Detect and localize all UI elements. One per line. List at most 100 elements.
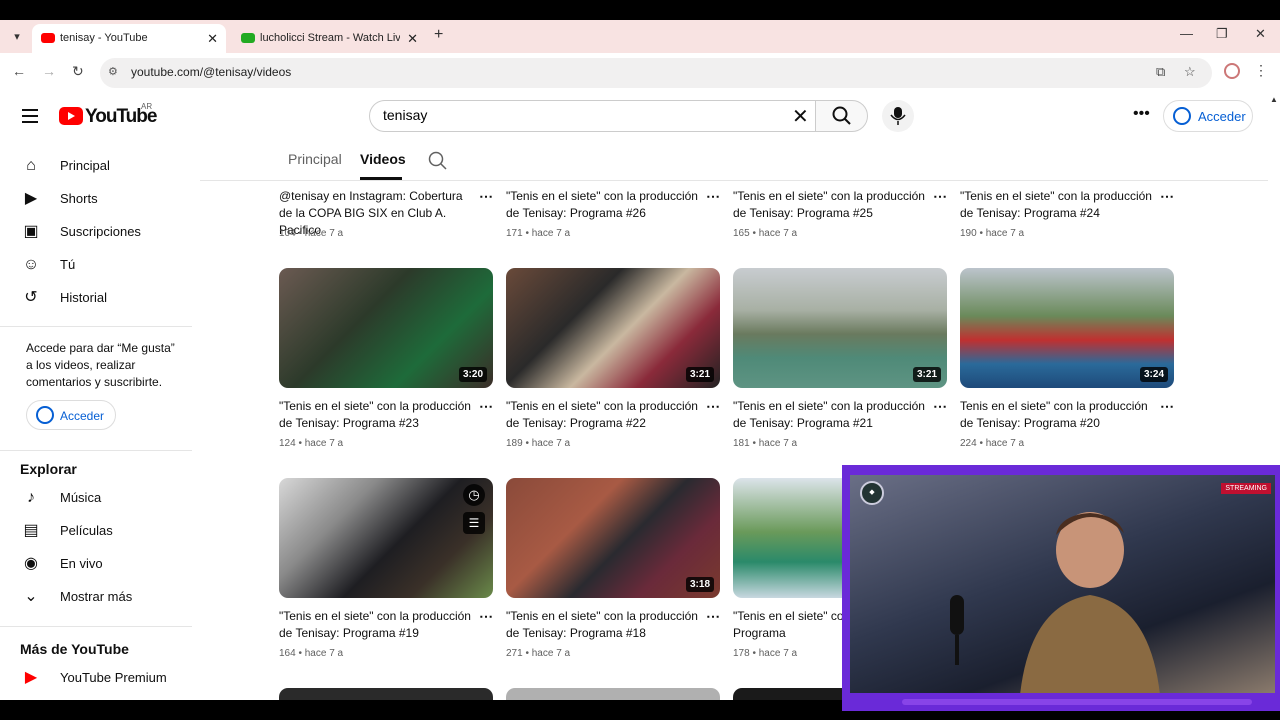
kick-favicon-icon (241, 33, 255, 43)
profile-icon[interactable] (1224, 63, 1240, 79)
browser-chrome: ▾ tenisay - YouTube ✕ lucholicci Stream … (0, 20, 1280, 93)
sidebar-item-label: Principal (60, 158, 110, 173)
video-thumbnail[interactable]: 3:20 (279, 268, 493, 388)
movies-icon: ▤ (23, 522, 39, 539)
search-button[interactable] (815, 100, 868, 132)
video-menu-icon[interactable]: ⋯ (1160, 398, 1174, 415)
clear-search-icon[interactable]: ✕ (792, 104, 809, 129)
microphone-icon (950, 595, 964, 665)
sidebar-item-label: Suscripciones (60, 224, 141, 239)
sidebar-item-label: En vivo (60, 556, 103, 571)
sidebar-signin-button[interactable]: Acceder (26, 400, 116, 430)
live-icon: ◉ (24, 555, 38, 572)
sidebar-item-label: Mostrar más (60, 589, 133, 604)
overlay-accent-bar (902, 699, 1252, 705)
video-menu-icon[interactable]: ⋯ (479, 188, 493, 205)
video-meta: 189 • hace 7 a (506, 438, 571, 449)
install-app-icon[interactable]: ⧉ (1156, 64, 1165, 80)
video-menu-icon[interactable]: ⋯ (479, 608, 493, 625)
video-thumbnail[interactable] (279, 688, 493, 700)
video-menu-icon[interactable]: ⋯ (1160, 188, 1174, 205)
tab-kick[interactable]: lucholicci Stream - Watch Live o ✕ (232, 24, 426, 53)
sidebar-divider (0, 450, 192, 451)
forward-icon[interactable]: → (42, 63, 56, 79)
url-text[interactable]: youtube.com/@tenisay/videos (131, 65, 291, 79)
watch-later-icon[interactable]: ◷ (463, 484, 485, 506)
tab-youtube[interactable]: tenisay - YouTube ✕ (32, 24, 226, 53)
sidebar-item-you[interactable]: ☺ Tú (0, 248, 192, 281)
omnibox[interactable]: ⚙ youtube.com/@tenisay/videos ⧉ ☆ (100, 58, 1212, 88)
signin-button[interactable]: Acceder (1163, 100, 1253, 132)
video-menu-icon[interactable]: ⋯ (706, 398, 720, 415)
tab-videos[interactable]: Videos (360, 151, 406, 167)
video-thumbnail[interactable]: 3:24 (960, 268, 1174, 388)
close-window-icon[interactable]: ✕ (1255, 26, 1266, 42)
tabs-divider (200, 180, 1268, 181)
reload-icon[interactable]: ↻ (72, 63, 84, 80)
subscriptions-icon: ▣ (23, 223, 39, 240)
chevron-down-icon: ⌄ (24, 588, 38, 605)
video-meta: 164 • hace 7 a (279, 648, 344, 659)
video-thumbnail[interactable] (733, 688, 842, 700)
video-title[interactable]: "Tenis en el siete" con la producción de… (506, 608, 702, 642)
search-input[interactable] (383, 107, 763, 123)
tab-principal[interactable]: Principal (288, 151, 342, 167)
explore-header: Explorar (20, 461, 77, 477)
video-menu-icon[interactable]: ⋯ (933, 188, 947, 205)
video-menu-icon[interactable]: ⋯ (706, 188, 720, 205)
video-title[interactable]: "Tenis en el siete" con la producción de… (506, 398, 702, 432)
video-thumbnail[interactable]: 3:21 (733, 268, 947, 388)
video-thumbnail[interactable]: ◷ ☰ (279, 478, 493, 598)
video-thumbnail[interactable]: 3:21 (506, 268, 720, 388)
video-title[interactable]: Tenis en el siete" con la producción de … (960, 398, 1156, 432)
sidebar-item-live[interactable]: ◉ En vivo (0, 547, 192, 580)
more-from-youtube-header: Más de YouTube (20, 641, 129, 657)
add-to-queue-icon[interactable]: ☰ (463, 512, 485, 534)
sidebar-item-music[interactable]: ♪ Música (0, 481, 192, 514)
menu-icon[interactable] (22, 109, 38, 123)
minimize-icon[interactable]: — (1180, 26, 1193, 41)
tab-strip: ▾ tenisay - YouTube ✕ lucholicci Stream … (0, 20, 1280, 53)
new-tab-icon[interactable]: + (434, 26, 443, 44)
channel-search-icon[interactable] (428, 151, 448, 171)
video-thumbnail[interactable] (506, 688, 720, 700)
bookmark-star-icon[interactable]: ☆ (1184, 64, 1196, 80)
sidebar-item-history[interactable]: ↺ Historial (0, 281, 192, 314)
voice-search-button[interactable] (882, 100, 914, 132)
site-info-icon[interactable]: ⚙ (108, 65, 118, 78)
video-duration: 3:21 (912, 367, 941, 382)
sidebar-item-youtube-premium[interactable]: ▶ YouTube Premium (0, 661, 192, 694)
restore-icon[interactable]: ❐ (1216, 26, 1228, 42)
video-title[interactable]: "Tenis en el siete" con la producción de… (506, 188, 702, 222)
tab-search-icon[interactable]: ▾ (6, 27, 28, 47)
sidebar-item-movies[interactable]: ▤ Películas (0, 514, 192, 547)
sidebar-item-subscriptions[interactable]: ▣ Suscripciones (0, 215, 192, 248)
video-meta: 224 • hace 7 a (960, 438, 1025, 449)
video-menu-icon[interactable]: ⋯ (933, 398, 947, 415)
video-menu-icon[interactable]: ⋯ (479, 398, 493, 415)
more-options-icon[interactable]: ••• (1133, 105, 1150, 123)
video-title[interactable]: "Tenis en el siete" con la producción de… (733, 398, 929, 432)
video-title[interactable]: "Tenis en el siete" con la producción de… (960, 188, 1156, 222)
scroll-up-icon[interactable]: ▲ (1270, 95, 1278, 104)
video-meta: 165 • hace 7 a (733, 228, 798, 239)
video-thumbnail[interactable]: 3:18 (506, 478, 720, 598)
sidebar-item-shorts[interactable]: ▶ Shorts (0, 182, 192, 215)
video-title[interactable]: "Tenis en el siete" con la producción de… (279, 608, 475, 642)
video-menu-icon[interactable]: ⋯ (706, 608, 720, 625)
sidebar-item-principal[interactable]: ⌂ Principal (0, 149, 192, 182)
video-meta: 271 • hace 7 a (506, 648, 571, 659)
video-duration: 3:18 (685, 577, 714, 592)
sidebar-item-show-more[interactable]: ⌄ Mostrar más (0, 580, 192, 613)
video-title[interactable]: "Tenis en el siete" con la producción de… (279, 398, 475, 432)
close-tab-icon[interactable]: ✕ (407, 24, 418, 53)
stream-logo-icon: ◆ (860, 481, 884, 505)
video-title[interactable]: "Tenis en el siete" con la producción de… (733, 188, 929, 222)
search-box[interactable]: ✕ (369, 100, 816, 132)
video-duration: 3:24 (1139, 367, 1168, 382)
country-code: AR (141, 102, 153, 111)
back-icon[interactable]: ← (12, 63, 26, 79)
browser-menu-icon[interactable]: ⋮ (1254, 62, 1268, 79)
screen-top-bar (0, 0, 1280, 20)
close-tab-icon[interactable]: ✕ (207, 24, 218, 53)
